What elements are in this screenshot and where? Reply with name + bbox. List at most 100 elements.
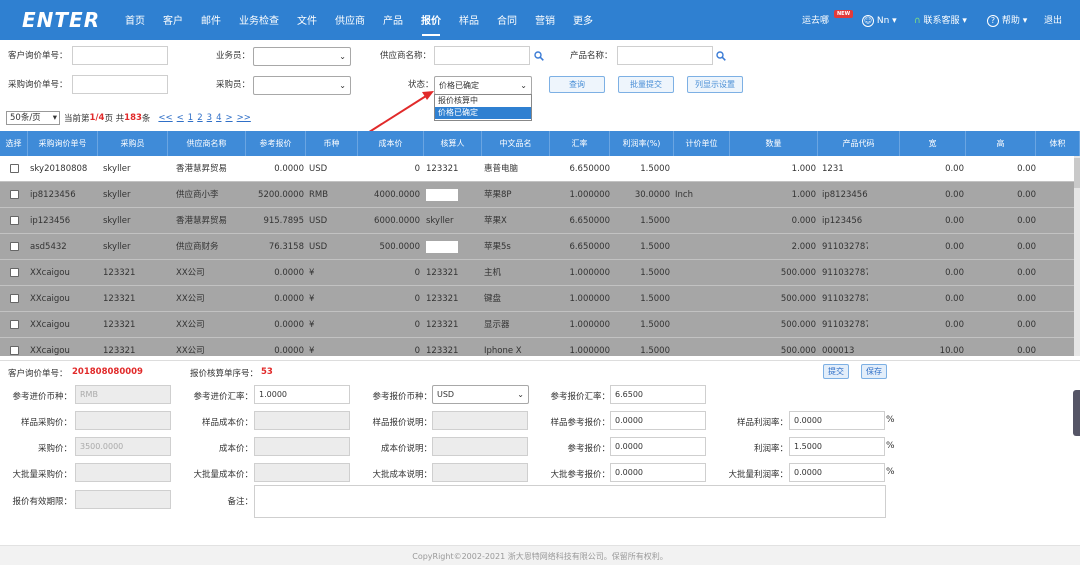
table-row[interactable]: ip8123456 skyller 供应商小李 5200.0000 RMB 4000.00… <box>0 182 1080 208</box>
page-link-4[interactable]: 4 <box>216 113 221 123</box>
search-icon[interactable] <box>716 51 726 61</box>
page-link-3[interactable]: 3 <box>207 113 212 123</box>
customer-inquiry-input[interactable] <box>72 46 168 65</box>
row-checkbox[interactable] <box>10 346 19 355</box>
nav-item[interactable]: 报价 <box>412 0 450 40</box>
first-page-link[interactable]: << <box>158 113 172 123</box>
column-settings-button[interactable]: 列显示设置 <box>687 76 743 93</box>
salesperson-select[interactable]: ⌄ <box>253 47 351 66</box>
bulk-margin-field[interactable]: 0.0000 <box>789 463 885 482</box>
table-row[interactable]: XXcaigou 123321 XX公司 0.0000 ¥0 123321 键盘 1.0000… <box>0 286 1080 312</box>
page-link-1[interactable]: 1 <box>188 113 193 123</box>
column-header-currency[interactable]: 币种 <box>306 131 358 156</box>
bulk-cost-field[interactable] <box>254 463 350 482</box>
ref-quote-field[interactable]: 0.0000 <box>610 437 706 456</box>
bulk-cost-note-field[interactable] <box>432 463 528 482</box>
ref-purchase-rate-field[interactable]: 1.0000 <box>254 385 350 404</box>
row-checkbox[interactable] <box>10 294 19 303</box>
user-menu[interactable]: ☺ Nn ▾ <box>862 0 897 40</box>
side-tab[interactable] <box>1073 390 1080 436</box>
scrollbar-thumb[interactable] <box>1074 158 1080 188</box>
table-row[interactable]: ip123456 skyller 香港慧昇贸易 915.7895 USD 6000.000… <box>0 208 1080 234</box>
supplier-name-input[interactable] <box>434 46 530 65</box>
row-checkbox[interactable] <box>10 190 19 199</box>
save-button[interactable]: 保存 <box>861 364 887 379</box>
nav-item[interactable]: 文件 <box>288 0 326 40</box>
row-checkbox[interactable] <box>10 216 19 225</box>
page-size-select[interactable]: 50条/页 ▾ <box>6 111 60 125</box>
ref-quote-rate-field[interactable]: 6.6500 <box>610 385 706 404</box>
margin-field[interactable]: 1.5000 <box>789 437 885 456</box>
ref-quote-currency-select[interactable]: USD ⌄ <box>432 385 529 404</box>
help-menu[interactable]: ? 帮助 ▾ <box>987 0 1027 40</box>
next-page-link[interactable]: > <box>225 113 232 123</box>
logout-link[interactable]: 退出 <box>1044 0 1062 40</box>
nav-item[interactable]: 营销 <box>526 0 564 40</box>
sample-margin-field[interactable]: 0.0000 <box>789 411 885 430</box>
batch-submit-button[interactable]: 批量提交 <box>618 76 674 93</box>
column-header-buyer[interactable]: 采购员 <box>98 131 168 156</box>
column-header-unit[interactable]: 计价单位 <box>674 131 730 156</box>
row-checkbox[interactable] <box>10 164 19 173</box>
column-header-purchase-inquiry-no[interactable]: 采购询价单号 <box>28 131 98 156</box>
product-name-input[interactable] <box>617 46 713 65</box>
sample-cost-field[interactable] <box>254 411 350 430</box>
promo-link[interactable]: 运去哪 <box>802 0 829 40</box>
cost-price-field[interactable] <box>254 437 350 456</box>
table-row[interactable]: XXcaigou 123321 XX公司 0.0000 ¥0 123321 显示器 1.000… <box>0 312 1080 338</box>
column-header-height[interactable]: 高 <box>966 131 1036 156</box>
nav-item[interactable]: 业务检查 <box>230 0 288 40</box>
column-header-rate[interactable]: 汇率 <box>550 131 610 156</box>
logo[interactable]: ENTER <box>22 8 100 32</box>
nav-item[interactable]: 产品 <box>374 0 412 40</box>
column-header-quantity[interactable]: 数量 <box>730 131 818 156</box>
column-header-product-code[interactable]: 产品代码 <box>818 131 900 156</box>
validity-field[interactable] <box>75 490 171 509</box>
query-button[interactable]: 查询 <box>549 76 605 93</box>
column-header-calculator[interactable]: 核算人 <box>424 131 482 156</box>
cost-note-field[interactable] <box>432 437 528 456</box>
nav-item[interactable]: 合同 <box>488 0 526 40</box>
row-checkbox[interactable] <box>10 320 19 329</box>
remark-textarea[interactable] <box>254 485 886 518</box>
sample-quote-note-field[interactable] <box>432 411 528 430</box>
bulk-ref-quote-field[interactable]: 0.0000 <box>610 463 706 482</box>
nav-item[interactable]: 首页 <box>116 0 154 40</box>
buyer-select[interactable]: ⌄ <box>253 76 351 95</box>
nav-item[interactable]: 邮件 <box>192 0 230 40</box>
column-header-cn-name[interactable]: 中文品名 <box>482 131 550 156</box>
table-row[interactable]: sky20180808 skyller 香港慧昇贸易 0.0000 USD 0 123321… <box>0 156 1080 182</box>
column-header-supplier-name[interactable]: 供应商名称 <box>168 131 246 156</box>
status-option-calculating[interactable]: 报价核算中 <box>435 95 531 107</box>
submit-button[interactable]: 提交 <box>823 364 849 379</box>
bulk-purchase-field[interactable] <box>75 463 171 482</box>
page-link-2[interactable]: 2 <box>197 113 202 123</box>
last-page-link[interactable]: >> <box>237 113 251 123</box>
purchase-inquiry-input[interactable] <box>72 75 168 94</box>
nav-item[interactable]: 更多 <box>564 0 602 40</box>
nav-item[interactable]: 客户 <box>154 0 192 40</box>
status-select[interactable]: 价格已确定 ⌄ <box>434 76 532 95</box>
sample-purchase-field[interactable] <box>75 411 171 430</box>
column-header-margin[interactable]: 利润率(%) <box>610 131 674 156</box>
column-header-select[interactable]: 选择 <box>0 131 28 156</box>
prev-page-link[interactable]: < <box>177 113 184 123</box>
status-option-confirmed[interactable]: 价格已确定 <box>435 107 531 119</box>
row-checkbox[interactable] <box>10 268 19 277</box>
ref-quote-cell: 5200.0000 <box>258 190 304 200</box>
table-row[interactable]: asd5432 skyller 供应商财务 76.3158 USD 500.0000 苹果5… <box>0 234 1080 260</box>
column-header-cost-price[interactable]: 成本价 <box>358 131 424 156</box>
nav-item[interactable]: 样品 <box>450 0 488 40</box>
column-header-volume[interactable]: 体积 <box>1036 131 1080 156</box>
purchase-price-field[interactable]: 3500.0000 <box>75 437 171 456</box>
search-icon[interactable] <box>534 51 544 61</box>
ref-purchase-currency-field[interactable]: RMB <box>75 385 171 404</box>
column-header-width[interactable]: 宽 <box>900 131 966 156</box>
nav-item[interactable]: 供应商 <box>326 0 374 40</box>
sample-ref-quote-field[interactable]: 0.0000 <box>610 411 706 430</box>
row-checkbox[interactable] <box>10 242 19 251</box>
table-row[interactable]: XXcaigou 123321 XX公司 0.0000 ¥0 123321 Iphone X… <box>0 338 1080 356</box>
column-header-ref-quote[interactable]: 参考报价 <box>246 131 306 156</box>
support-menu[interactable]: ∩ 联系客服 ▾ <box>914 0 967 40</box>
table-row[interactable]: XXcaigou 123321 XX公司 0.0000 ¥0 123321 主机 1.0000… <box>0 260 1080 286</box>
